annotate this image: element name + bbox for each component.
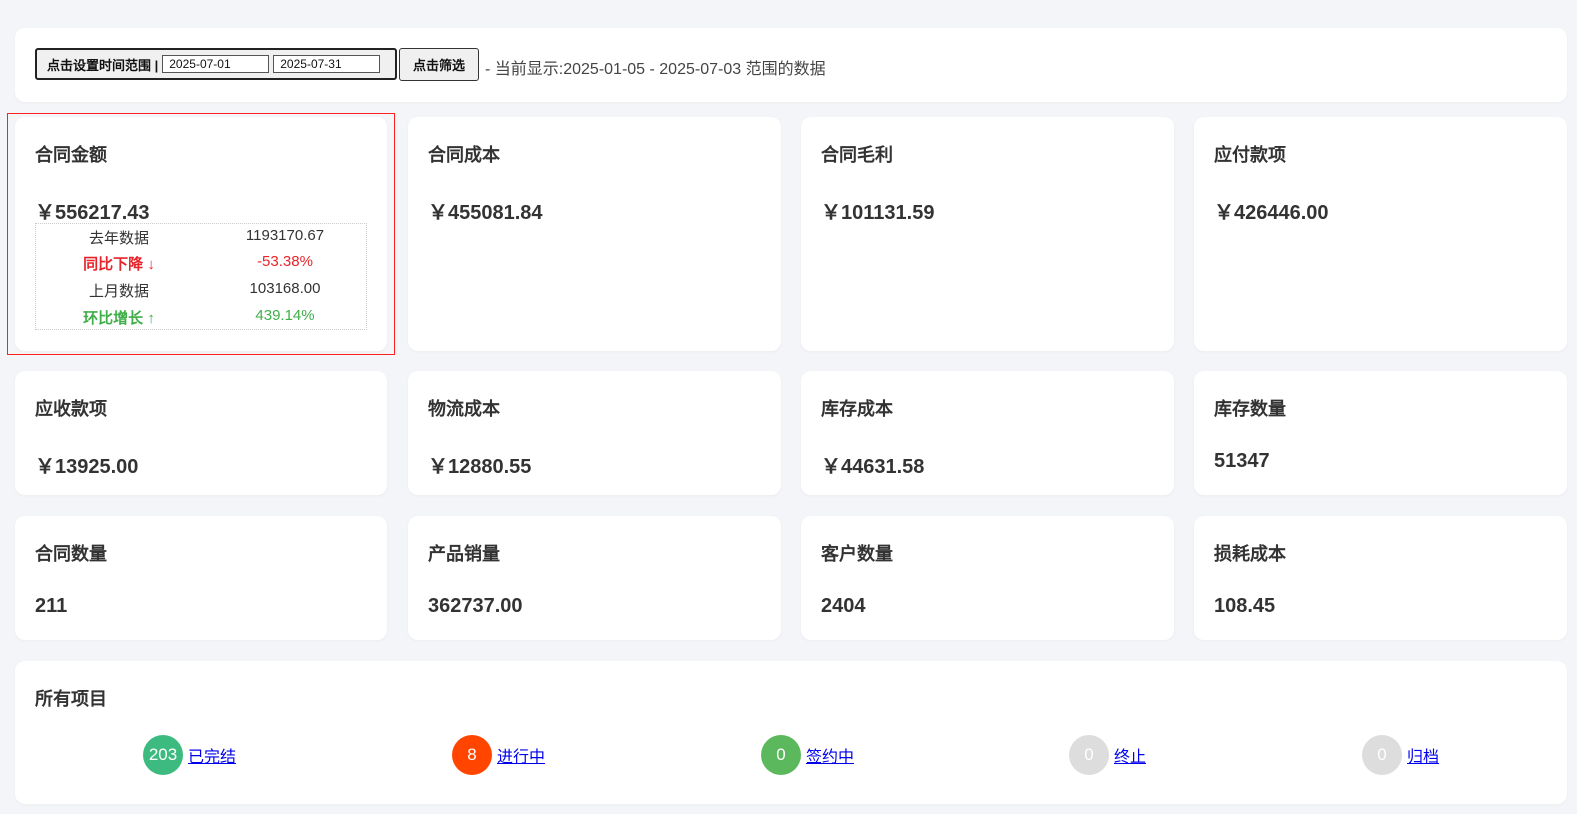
card-title: 合同成本 bbox=[428, 145, 500, 165]
card-inventory-cost[interactable]: 库存成本 ￥44631.58 bbox=[801, 371, 1174, 495]
last-month-value: 103168.00 bbox=[249, 280, 321, 297]
status-count-badge: 203 bbox=[143, 735, 183, 775]
card-value: 362737.00 bbox=[428, 595, 523, 617]
mom-label: 环比增长 ↑ bbox=[83, 310, 155, 327]
card-title: 库存数量 bbox=[1214, 399, 1286, 419]
status-link-in-progress[interactable]: 进行中 bbox=[497, 743, 545, 767]
status-count-badge: 0 bbox=[1069, 735, 1109, 775]
comparison-table: 去年数据 1193170.67 同比下降 ↓ -53.38% 上月数据 1031… bbox=[35, 223, 367, 330]
status-archived: 0 归档 bbox=[1362, 735, 1439, 775]
card-accounts-receivable[interactable]: 应收款项 ￥13925.00 bbox=[15, 371, 387, 495]
projects-title: 所有项目 bbox=[35, 689, 107, 709]
card-product-sales[interactable]: 产品销量 362737.00 bbox=[408, 516, 781, 640]
current-range-text: - 当前显示:2025-01-05 - 2025-07-03 范围的数据 bbox=[485, 61, 826, 78]
card-accounts-payable[interactable]: 应付款项 ￥426446.00 bbox=[1194, 117, 1567, 351]
card-title: 应收款项 bbox=[35, 399, 107, 419]
card-title: 产品销量 bbox=[428, 544, 500, 564]
comparison-row-last-year: 去年数据 1193170.67 bbox=[36, 224, 366, 250]
comparison-row-last-month: 上月数据 103168.00 bbox=[36, 277, 366, 303]
last-month-label: 上月数据 bbox=[88, 283, 149, 300]
card-title: 库存成本 bbox=[821, 399, 893, 419]
card-loss-cost[interactable]: 损耗成本 108.45 bbox=[1194, 516, 1567, 640]
card-title: 合同金额 bbox=[35, 145, 107, 165]
comparison-row-yoy: 同比下降 ↓ -53.38% bbox=[36, 250, 366, 276]
status-link-archived[interactable]: 归档 bbox=[1407, 743, 1439, 767]
card-title: 合同数量 bbox=[35, 544, 107, 564]
card-title: 合同毛利 bbox=[821, 145, 893, 165]
yoy-label: 同比下降 ↓ bbox=[83, 256, 155, 273]
status-link-terminated[interactable]: 终止 bbox=[1114, 743, 1146, 767]
card-contract-cost[interactable]: 合同成本 ￥455081.84 bbox=[408, 117, 781, 351]
status-link-signing[interactable]: 签约中 bbox=[806, 743, 854, 767]
status-count-badge: 0 bbox=[761, 735, 801, 775]
status-count-badge: 8 bbox=[452, 735, 492, 775]
status-completed: 203 已完结 bbox=[143, 735, 236, 775]
card-value: ￥455081.84 bbox=[428, 202, 543, 224]
card-title: 应付款项 bbox=[1214, 145, 1286, 165]
last-year-value: 1193170.67 bbox=[245, 227, 325, 244]
status-count-badge: 0 bbox=[1362, 735, 1402, 775]
status-signing: 0 签约中 bbox=[761, 735, 854, 775]
card-title: 损耗成本 bbox=[1214, 544, 1286, 564]
set-time-range-label: 点击设置时间范围 | bbox=[47, 57, 159, 73]
filter-bar: 点击设置时间范围 | 2025-07-01 2025-07-31 点击筛选 - … bbox=[15, 28, 1567, 102]
card-value: 211 bbox=[35, 595, 68, 617]
mom-value: 439.14% bbox=[255, 307, 315, 324]
card-title: 客户数量 bbox=[821, 544, 893, 564]
set-time-range-button[interactable]: 点击设置时间范围 | 2025-07-01 2025-07-31 bbox=[35, 48, 397, 80]
card-contract-count[interactable]: 合同数量 211 bbox=[15, 516, 387, 640]
card-contract-amount[interactable]: 合同金额 ￥556217.43 去年数据 1193170.67 同比下降 ↓ -… bbox=[15, 117, 387, 351]
all-projects-panel: 所有项目 203 已完结 8 进行中 0 签约中 0 终止 0 归档 bbox=[15, 661, 1567, 804]
card-gross-profit[interactable]: 合同毛利 ￥101131.59 bbox=[801, 117, 1174, 351]
last-year-label: 去年数据 bbox=[88, 230, 149, 247]
card-value: ￥101131.59 bbox=[821, 202, 935, 224]
status-link-completed[interactable]: 已完结 bbox=[188, 743, 236, 767]
card-value: ￥426446.00 bbox=[1214, 202, 1329, 224]
status-in-progress: 8 进行中 bbox=[452, 735, 545, 775]
card-value: ￥12880.55 bbox=[428, 456, 532, 478]
comparison-row-mom: 环比增长 ↑ 439.14% bbox=[36, 304, 366, 330]
yoy-value: -53.38% bbox=[257, 253, 313, 270]
start-date-input[interactable]: 2025-07-01 bbox=[162, 55, 270, 73]
card-value: ￥13925.00 bbox=[35, 456, 139, 478]
filter-button[interactable]: 点击筛选 bbox=[399, 48, 479, 81]
card-title: 物流成本 bbox=[428, 399, 500, 419]
card-value: 51347 bbox=[1214, 450, 1270, 472]
card-value: 2404 bbox=[821, 595, 866, 617]
end-date-input[interactable]: 2025-07-31 bbox=[273, 55, 381, 73]
status-terminated: 0 终止 bbox=[1069, 735, 1146, 775]
card-value: ￥44631.58 bbox=[821, 456, 925, 478]
card-inventory-quantity[interactable]: 库存数量 51347 bbox=[1194, 371, 1567, 495]
card-customer-count[interactable]: 客户数量 2404 bbox=[801, 516, 1174, 640]
card-value: ￥556217.43 bbox=[35, 202, 150, 224]
card-logistics-cost[interactable]: 物流成本 ￥12880.55 bbox=[408, 371, 781, 495]
card-value: 108.45 bbox=[1214, 595, 1276, 617]
